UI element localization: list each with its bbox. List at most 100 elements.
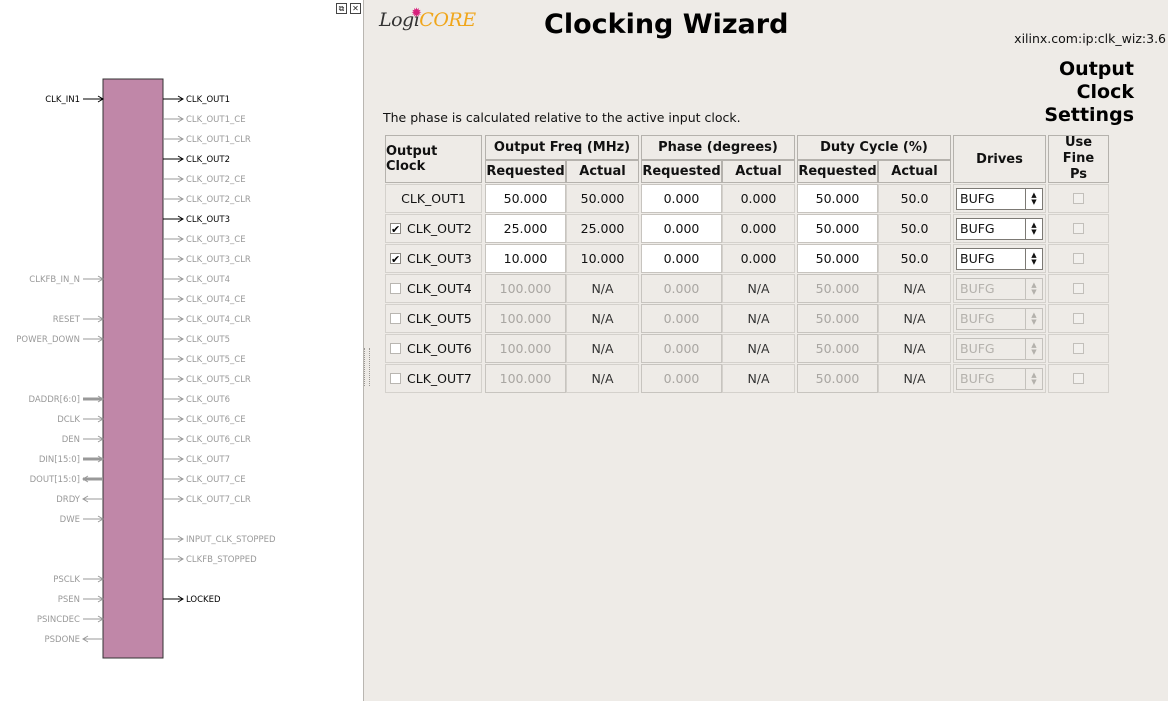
output-clock-table: Output Clock Output Freq (MHz) Phase (de…	[385, 135, 1109, 394]
output-enable-checkbox[interactable]	[390, 343, 401, 354]
phase-requested-input[interactable]: 0.000	[641, 244, 722, 273]
input-port-label: DWE	[60, 515, 80, 525]
use-fine-ps-checkbox[interactable]	[1073, 373, 1084, 384]
output-enable-checkbox[interactable]: ✔	[390, 223, 401, 235]
duty-requested-input[interactable]: 50.000	[797, 244, 878, 273]
drives-select[interactable]: BUFG ▲ ▼	[956, 337, 1043, 360]
output-clock-cell: ✔ CLK_OUT3	[385, 244, 482, 273]
pane-splitter-handle[interactable]	[364, 348, 370, 386]
section-title: Output Clock Settings	[1014, 58, 1134, 127]
phase-requested-input[interactable]: 0.000	[641, 334, 722, 363]
drives-select[interactable]: BUFG ▲ ▼	[956, 277, 1043, 300]
header-phase-requested: Requested	[641, 160, 722, 183]
drives-select-value: BUFG	[960, 371, 995, 386]
updown-arrow-icon: ▲ ▼	[1025, 308, 1042, 329]
drives-select[interactable]: BUFG ▲ ▼	[956, 367, 1043, 390]
duty-actual-value: 50.0	[878, 214, 951, 243]
input-port-label: DADDR[6:0]	[28, 395, 80, 405]
output-port-label: CLK_OUT6	[186, 395, 230, 405]
phase-requested-input[interactable]: 0.000	[641, 274, 722, 303]
header-output-freq: Output Freq (MHz)	[485, 135, 639, 160]
output-enable-checkbox[interactable]	[390, 313, 401, 324]
use-fine-ps-cell	[1048, 244, 1109, 273]
input-port-label: PSEN	[58, 595, 80, 605]
drives-select[interactable]: BUFG ▲ ▼	[956, 217, 1043, 240]
output-port-label: CLK_OUT7_CE	[186, 475, 246, 485]
phase-requested-input[interactable]: 0.000	[641, 304, 722, 333]
drives-cell: BUFG ▲ ▼	[953, 364, 1046, 393]
phase-actual-value: N/A	[722, 334, 795, 363]
output-enable-checkbox[interactable]	[390, 373, 401, 384]
phase-description: The phase is calculated relative to the …	[383, 110, 741, 125]
use-fine-ps-checkbox[interactable]	[1073, 253, 1084, 264]
header-freq-requested: Requested	[485, 160, 566, 183]
output-clock-cell: CLK_OUT5	[385, 304, 482, 333]
output-clock-name: CLK_OUT2	[407, 221, 472, 236]
output-port-label: CLK_OUT6_CE	[186, 415, 246, 425]
ip-block	[102, 78, 164, 659]
freq-requested-input[interactable]: 100.000	[485, 334, 566, 363]
freq-actual-value: N/A	[566, 364, 639, 393]
output-port-label: CLK_OUT4_CE	[186, 295, 246, 305]
freq-requested-input[interactable]: 10.000	[485, 244, 566, 273]
output-port-label: CLK_OUT1	[186, 95, 230, 105]
input-port-label: CLKFB_IN_N	[29, 275, 80, 285]
use-fine-ps-checkbox[interactable]	[1073, 283, 1084, 294]
drives-select[interactable]: BUFG ▲ ▼	[956, 247, 1043, 270]
output-port-label: CLK_OUT2_CLR	[186, 195, 251, 205]
freq-requested-input[interactable]: 100.000	[485, 364, 566, 393]
duty-requested-input[interactable]: 50.000	[797, 334, 878, 363]
phase-actual-value: N/A	[722, 364, 795, 393]
duty-requested-input[interactable]: 50.000	[797, 214, 878, 243]
phase-actual-value: 0.000	[722, 244, 795, 273]
duty-requested-input[interactable]: 50.000	[797, 304, 878, 333]
drives-cell: BUFG ▲ ▼	[953, 214, 1046, 243]
phase-requested-input[interactable]: 0.000	[641, 214, 722, 243]
output-port-label: CLK_OUT5	[186, 335, 230, 345]
updown-arrow-icon: ▲ ▼	[1025, 368, 1042, 389]
use-fine-ps-checkbox[interactable]	[1073, 193, 1084, 204]
output-port-label: CLK_OUT5_CLR	[186, 375, 251, 385]
header-use-fine-ps-label: Use Fine Ps	[1062, 135, 1095, 182]
freq-requested-input[interactable]: 100.000	[485, 304, 566, 333]
output-port-label: CLK_OUT2	[186, 155, 230, 165]
output-port-label: CLK_OUT4	[186, 275, 230, 285]
freq-actual-value: N/A	[566, 274, 639, 303]
phase-actual-value: N/A	[722, 304, 795, 333]
output-clock-cell: CLK_OUT6	[385, 334, 482, 363]
freq-actual-value: 50.000	[566, 184, 639, 213]
drives-select-value: BUFG	[960, 221, 995, 236]
output-enable-checkbox[interactable]	[390, 283, 401, 294]
output-port-label: CLK_OUT7	[186, 455, 230, 465]
logo-text-core: CORE	[419, 9, 476, 31]
duty-requested-input[interactable]: 50.000	[797, 274, 878, 303]
freq-requested-input[interactable]: 50.000	[485, 184, 566, 213]
output-port-label: CLK_OUT2_CE	[186, 175, 246, 185]
drives-select-value: BUFG	[960, 191, 995, 206]
output-clock-cell: CLK_OUT1	[385, 184, 482, 213]
output-port-label: CLK_OUT3_CLR	[186, 255, 251, 265]
output-clock-name: CLK_OUT3	[407, 251, 472, 266]
symbol-pane: ⧉ ✕ CLK_OUT1 CLK_OUT1_CE CLK_OUT1_CLR CLK_O…	[0, 0, 364, 701]
output-port-label: CLKFB_STOPPED	[186, 555, 257, 565]
drives-select[interactable]: BUFG ▲ ▼	[956, 187, 1043, 210]
phase-requested-input[interactable]: 0.000	[641, 364, 722, 393]
use-fine-ps-checkbox[interactable]	[1073, 223, 1084, 234]
header-duty-cycle: Duty Cycle (%)	[797, 135, 951, 160]
drives-select[interactable]: BUFG ▲ ▼	[956, 307, 1043, 330]
duty-requested-input[interactable]: 50.000	[797, 184, 878, 213]
output-port-label: CLK_OUT7_CLR	[186, 495, 251, 505]
freq-requested-input[interactable]: 25.000	[485, 214, 566, 243]
freq-requested-input[interactable]: 100.000	[485, 274, 566, 303]
updown-arrow-icon: ▲ ▼	[1025, 248, 1042, 269]
header-duty-actual: Actual	[878, 160, 951, 183]
output-clock-cell: ✔ CLK_OUT2	[385, 214, 482, 243]
use-fine-ps-checkbox[interactable]	[1073, 313, 1084, 324]
logo-sparkle-icon: ✹	[411, 6, 422, 21]
input-port-label: DIN[15:0]	[39, 455, 80, 465]
use-fine-ps-checkbox[interactable]	[1073, 343, 1084, 354]
use-fine-ps-cell	[1048, 364, 1109, 393]
output-enable-checkbox[interactable]: ✔	[390, 253, 401, 265]
duty-requested-input[interactable]: 50.000	[797, 364, 878, 393]
phase-requested-input[interactable]: 0.000	[641, 184, 722, 213]
